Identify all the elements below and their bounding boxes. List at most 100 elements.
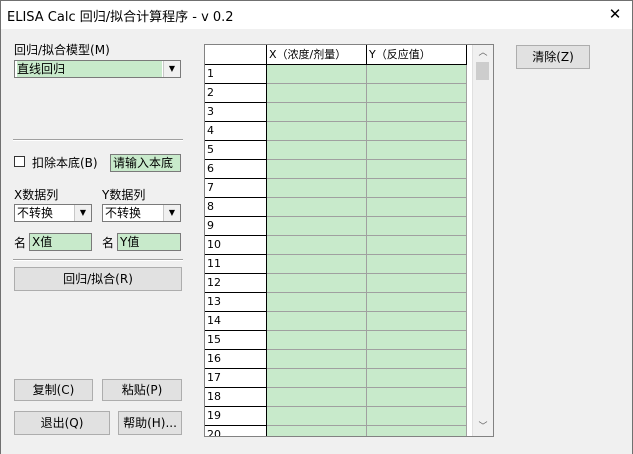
row-number[interactable]: 2 xyxy=(205,84,267,103)
x-cell[interactable] xyxy=(267,236,367,255)
row-number[interactable]: 6 xyxy=(205,160,267,179)
y-column-label: Y数据列 xyxy=(102,188,146,202)
row-number[interactable]: 16 xyxy=(205,350,267,369)
y-transform-select[interactable]: 不转换 ▼ xyxy=(102,204,181,222)
x-cell[interactable] xyxy=(267,65,367,84)
row-number[interactable]: 15 xyxy=(205,331,267,350)
data-grid[interactable]: X（浓度/剂量） Y（反应值） 1 2 3 4 5 6 7 8 9 10 11 12 13 14 15 16 1… xyxy=(204,44,494,437)
y-cell[interactable] xyxy=(367,103,467,122)
regress-button[interactable]: 回归/拟合(R) xyxy=(14,267,182,291)
y-cell[interactable] xyxy=(367,198,467,217)
y-cell[interactable] xyxy=(367,369,467,388)
x-cell[interactable] xyxy=(267,274,367,293)
y-cell[interactable] xyxy=(367,274,467,293)
x-cell[interactable] xyxy=(267,198,367,217)
x-cell[interactable] xyxy=(267,217,367,236)
row-number[interactable]: 13 xyxy=(205,293,267,312)
chevron-up-icon[interactable]: ︿ xyxy=(473,45,493,62)
title-bar[interactable]: ELISA Calc 回归/拟合计算程序 - v 0.2 ✕ xyxy=(1,1,632,29)
x-cell[interactable] xyxy=(267,350,367,369)
help-button[interactable]: 帮助(H)... xyxy=(118,411,182,435)
model-select[interactable]: 直线回归 ▼ xyxy=(14,60,181,78)
y-cell[interactable] xyxy=(367,407,467,426)
row-number[interactable]: 4 xyxy=(205,122,267,141)
paste-button[interactable]: 粘贴(P) xyxy=(102,379,182,401)
y-cell[interactable] xyxy=(367,426,467,436)
y-cell[interactable] xyxy=(367,293,467,312)
y-cell[interactable] xyxy=(367,122,467,141)
row-number[interactable]: 18 xyxy=(205,388,267,407)
x-cell[interactable] xyxy=(267,293,367,312)
copy-button[interactable]: 复制(C) xyxy=(14,379,93,401)
app-window: ELISA Calc 回归/拟合计算程序 - v 0.2 ✕ 回归/拟合模型(M… xyxy=(0,0,633,454)
row-number[interactable]: 9 xyxy=(205,217,267,236)
table-row: 17 xyxy=(205,369,467,388)
row-number[interactable]: 8 xyxy=(205,198,267,217)
chevron-down-icon[interactable]: ▼ xyxy=(163,205,180,221)
row-number[interactable]: 5 xyxy=(205,141,267,160)
exit-button[interactable]: 退出(Q) xyxy=(14,411,110,435)
table-row: 12 xyxy=(205,274,467,293)
x-cell[interactable] xyxy=(267,179,367,198)
baseline-checkbox-label[interactable]: 扣除本底(B) xyxy=(32,154,98,171)
y-name-input[interactable]: Y值 xyxy=(117,233,181,251)
x-cell[interactable] xyxy=(267,331,367,350)
x-cell[interactable] xyxy=(267,388,367,407)
x-cell[interactable] xyxy=(267,122,367,141)
x-column-header[interactable]: X（浓度/剂量） xyxy=(267,45,367,64)
y-cell[interactable] xyxy=(367,179,467,198)
y-cell[interactable] xyxy=(367,217,467,236)
scrollbar-thumb[interactable] xyxy=(476,62,489,80)
y-cell[interactable] xyxy=(367,65,467,84)
y-cell[interactable] xyxy=(367,331,467,350)
row-number[interactable]: 3 xyxy=(205,103,267,122)
row-number[interactable]: 10 xyxy=(205,236,267,255)
x-cell[interactable] xyxy=(267,426,367,436)
vertical-scrollbar[interactable]: ︿ ﹀ xyxy=(472,45,493,436)
x-cell[interactable] xyxy=(267,255,367,274)
row-number[interactable]: 12 xyxy=(205,274,267,293)
baseline-checkbox[interactable] xyxy=(14,156,25,167)
row-number[interactable]: 20 xyxy=(205,426,267,436)
y-cell[interactable] xyxy=(367,236,467,255)
x-name-input[interactable]: X值 xyxy=(29,233,92,251)
row-number[interactable]: 7 xyxy=(205,179,267,198)
x-cell[interactable] xyxy=(267,103,367,122)
row-number[interactable]: 19 xyxy=(205,407,267,426)
y-cell[interactable] xyxy=(367,312,467,331)
x-transform-select[interactable]: 不转换 ▼ xyxy=(14,204,92,222)
x-cell[interactable] xyxy=(267,160,367,179)
table-row: 8 xyxy=(205,198,467,217)
y-cell[interactable] xyxy=(367,388,467,407)
y-column-header[interactable]: Y（反应值） xyxy=(367,45,467,64)
model-selected-value: 直线回归 xyxy=(17,61,162,77)
table-row: 2 xyxy=(205,84,467,103)
y-cell[interactable] xyxy=(367,350,467,369)
chevron-down-icon[interactable]: ▼ xyxy=(74,205,91,221)
row-number[interactable]: 14 xyxy=(205,312,267,331)
table-row: 18 xyxy=(205,388,467,407)
y-cell[interactable] xyxy=(367,160,467,179)
row-number[interactable]: 1 xyxy=(205,65,267,84)
chevron-down-icon[interactable]: ▼ xyxy=(163,61,180,77)
table-row: 9 xyxy=(205,217,467,236)
y-cell[interactable] xyxy=(367,84,467,103)
close-icon[interactable]: ✕ xyxy=(602,2,628,26)
x-cell[interactable] xyxy=(267,407,367,426)
row-number[interactable]: 11 xyxy=(205,255,267,274)
x-cell[interactable] xyxy=(267,369,367,388)
y-cell[interactable] xyxy=(367,255,467,274)
x-cell[interactable] xyxy=(267,141,367,160)
x-cell[interactable] xyxy=(267,312,367,331)
table-row: 7 xyxy=(205,179,467,198)
chevron-down-icon[interactable]: ﹀ xyxy=(473,419,493,436)
x-cell[interactable] xyxy=(267,84,367,103)
table-row: 13 xyxy=(205,293,467,312)
baseline-input[interactable]: 请输入本底 xyxy=(110,154,181,172)
x-name-label: 名 xyxy=(14,236,27,250)
row-number[interactable]: 17 xyxy=(205,369,267,388)
table-row: 20 xyxy=(205,426,467,436)
table-row: 15 xyxy=(205,331,467,350)
clear-button[interactable]: 清除(Z) xyxy=(516,45,590,69)
y-cell[interactable] xyxy=(367,141,467,160)
